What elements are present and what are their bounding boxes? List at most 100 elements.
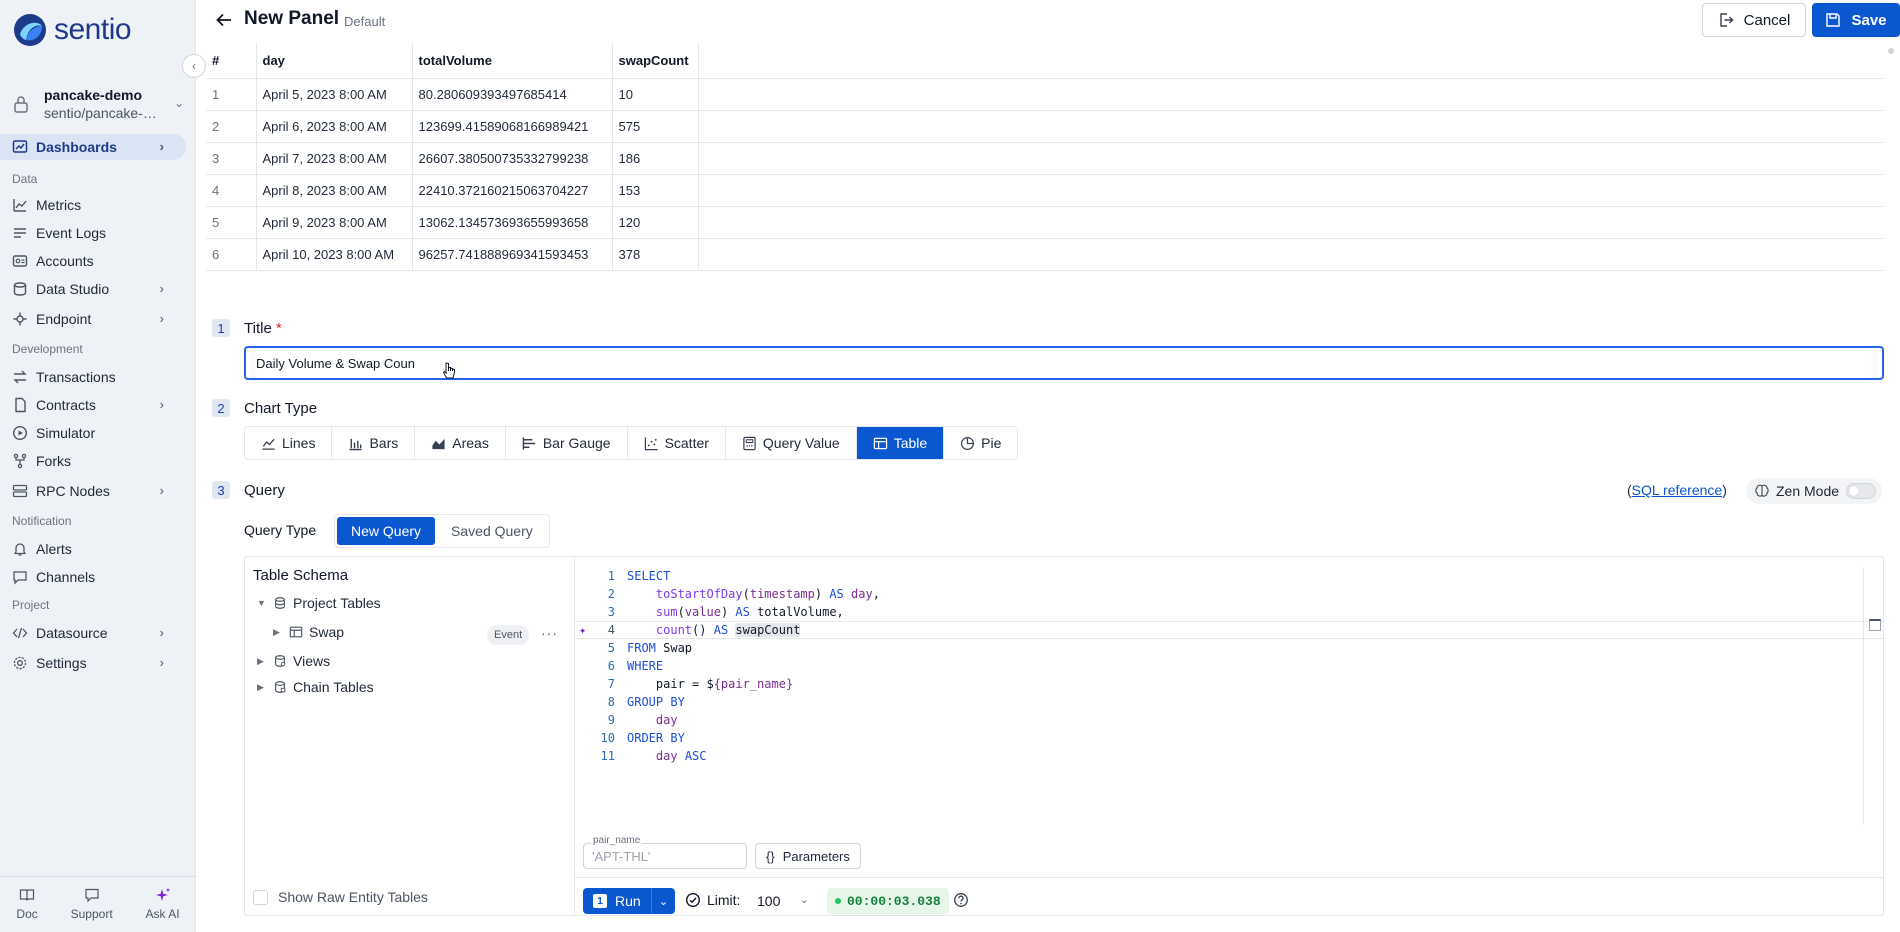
chart-type-bar-gauge[interactable]: Bar Gauge	[505, 427, 628, 459]
code-line: 7 pair = ${pair_name}	[575, 675, 1883, 693]
table-row[interactable]: 1 April 5, 2023 8:00 AM 80.2806093934976…	[206, 78, 1884, 111]
show-raw-entity-tables-checkbox[interactable]: Show Raw Entity Tables	[253, 889, 428, 905]
collapse-sidebar-button[interactable]: ‹	[182, 54, 206, 78]
tree-views[interactable]: ▶ Views	[257, 653, 330, 669]
database-icon	[12, 281, 28, 297]
toggle-switch[interactable]	[1846, 483, 1876, 499]
chart-type-lines[interactable]: Lines	[245, 427, 333, 459]
checkbox-label: Show Raw Entity Tables	[278, 889, 428, 905]
sidebar-item-label: Metrics	[36, 197, 82, 213]
sidebar-item-alerts[interactable]: Alerts	[0, 536, 186, 562]
sidebar-item-metrics[interactable]: Metrics	[0, 192, 186, 218]
column-header[interactable]: #	[206, 44, 257, 79]
step-number: 1	[212, 319, 230, 337]
limit-control: Limit:	[685, 892, 740, 908]
table-filler	[698, 110, 1884, 143]
sidebar-item-label: Settings	[36, 655, 87, 671]
pair-name-input[interactable]: 'APT-THL'	[583, 843, 747, 869]
table-row[interactable]: 6 April 10, 2023 8:00 AM 96257.741888969…	[206, 238, 1884, 271]
project-name: pancake-demo	[44, 87, 143, 103]
arrow-left-icon[interactable]	[214, 10, 234, 30]
row-number: 6	[206, 238, 257, 271]
support-label: Support	[70, 907, 113, 921]
sidebar-footer: Doc Support Ask AI	[0, 876, 196, 932]
ai-sparkle-icon[interactable]: ✦	[579, 623, 586, 637]
sql-code-editor[interactable]: 1 SELECT 2 toStartOfDay(timestamp) AS day…	[575, 557, 1883, 827]
sidebar-item-endpoint[interactable]: Endpoint ›	[0, 306, 186, 332]
row-number: 5	[206, 206, 257, 239]
cell-day: April 6, 2023 8:00 AM	[256, 110, 413, 143]
more-icon[interactable]: ···	[541, 625, 558, 641]
support-button[interactable]: Support	[71, 887, 113, 932]
chart-type-scatter[interactable]: Scatter	[627, 427, 726, 459]
editor-scrollbar[interactable]	[1869, 619, 1881, 631]
limit-select[interactable]: 100 ⌄	[747, 888, 815, 914]
doc-button[interactable]: Doc	[16, 887, 38, 932]
area-chart-icon	[432, 438, 445, 449]
limit-value: 100	[757, 893, 781, 909]
save-button[interactable]: Save	[1812, 3, 1900, 37]
scrollbar-thumb[interactable]	[1888, 48, 1894, 54]
gear-icon	[12, 655, 28, 671]
run-options-dropdown[interactable]: ⌄	[651, 888, 675, 914]
row-number: 4	[206, 174, 257, 207]
table-row[interactable]: 4 April 8, 2023 8:00 AM 22410.3721602150…	[206, 174, 1884, 207]
chevron-down-icon: ⌄	[658, 895, 669, 908]
sidebar-item-channels[interactable]: Channels	[0, 564, 186, 590]
editor-ruler	[1863, 567, 1864, 825]
bar-chart-icon	[349, 438, 363, 450]
table-filler	[698, 174, 1884, 207]
zen-mode-toggle[interactable]: Zen Mode	[1746, 478, 1882, 504]
sidebar-item-simulator[interactable]: Simulator	[0, 420, 186, 446]
sidebar-item-label: Data Studio	[36, 281, 110, 297]
sidebar-item-event-logs[interactable]: Event Logs	[0, 220, 186, 246]
logo[interactable]: sentio	[12, 12, 132, 48]
exit-icon	[1719, 13, 1734, 27]
parameters-button[interactable]: {} Parameters	[755, 843, 861, 869]
page-header: New Panel Default Cancel Save	[196, 0, 1900, 40]
chart-type-bars[interactable]: Bars	[332, 427, 416, 459]
sidebar-item-datasource[interactable]: Datasource ›	[0, 620, 186, 646]
chevron-right-icon: ›	[159, 625, 164, 640]
chart-type-pie[interactable]: Pie	[944, 427, 1018, 459]
help-icon[interactable]	[953, 892, 969, 908]
ask-ai-button[interactable]: Ask AI	[146, 887, 180, 932]
tree-table-swap[interactable]: ▶ Swap	[273, 624, 344, 640]
sql-reference-link[interactable]: SQL reference	[1632, 482, 1723, 498]
chart-type-query-value[interactable]: Query Value	[725, 427, 857, 459]
cell-total-volume: 22410.372160215063704227	[412, 174, 613, 207]
sidebar-item-forks[interactable]: Forks	[0, 448, 186, 474]
sidebar-item-transactions[interactable]: Transactions	[0, 364, 186, 390]
chart-type-table[interactable]: Table	[856, 427, 945, 459]
table-row[interactable]: 5 April 9, 2023 8:00 AM 13062.1345736936…	[206, 206, 1884, 239]
table-row[interactable]: 2 April 6, 2023 8:00 AM 123699.415890681…	[206, 110, 1884, 143]
tree-project-tables[interactable]: ▼ Project Tables	[257, 595, 381, 611]
cell-swap-count: 10	[612, 78, 699, 111]
column-header[interactable]: totalVolume	[412, 44, 613, 79]
chat-icon	[85, 888, 99, 903]
sidebar-item-rpc-nodes[interactable]: RPC Nodes ›	[0, 478, 186, 504]
brain-icon	[1755, 484, 1769, 497]
sidebar-item-contracts[interactable]: Contracts ›	[0, 392, 186, 418]
caret-down-icon: ▼	[257, 598, 266, 608]
project-switcher[interactable]: pancake-demo sentio/pancake-demo ⌄	[12, 84, 184, 124]
run-button[interactable]: 1 Run ⌄	[583, 888, 675, 914]
cancel-button[interactable]: Cancel	[1702, 3, 1806, 37]
bar-gauge-icon	[522, 436, 535, 450]
sidebar-item-settings[interactable]: Settings ›	[0, 650, 186, 676]
saved-query-tab[interactable]: Saved Query	[437, 517, 547, 545]
table-row[interactable]: 3 April 7, 2023 8:00 AM 26607.3805007353…	[206, 142, 1884, 175]
title-input[interactable]: Daily Volume & Swap Coun	[244, 346, 1884, 380]
cell-day: April 9, 2023 8:00 AM	[256, 206, 413, 239]
new-query-tab[interactable]: New Query	[337, 517, 436, 545]
column-header[interactable]: day	[256, 44, 413, 79]
checkbox[interactable]	[253, 889, 268, 905]
sidebar-item-dashboards[interactable]: Dashboards ›	[0, 134, 186, 160]
column-header[interactable]: swapCount	[612, 44, 699, 79]
sidebar-item-data-studio[interactable]: Data Studio ›	[0, 276, 186, 302]
chart-type-label-text: Pie	[981, 435, 1002, 451]
chart-type-areas[interactable]: Areas	[415, 427, 506, 459]
cell-swap-count: 120	[612, 206, 699, 239]
sidebar-item-accounts[interactable]: Accounts	[0, 248, 186, 274]
tree-chain-tables[interactable]: ▶ Chain Tables	[257, 679, 374, 695]
